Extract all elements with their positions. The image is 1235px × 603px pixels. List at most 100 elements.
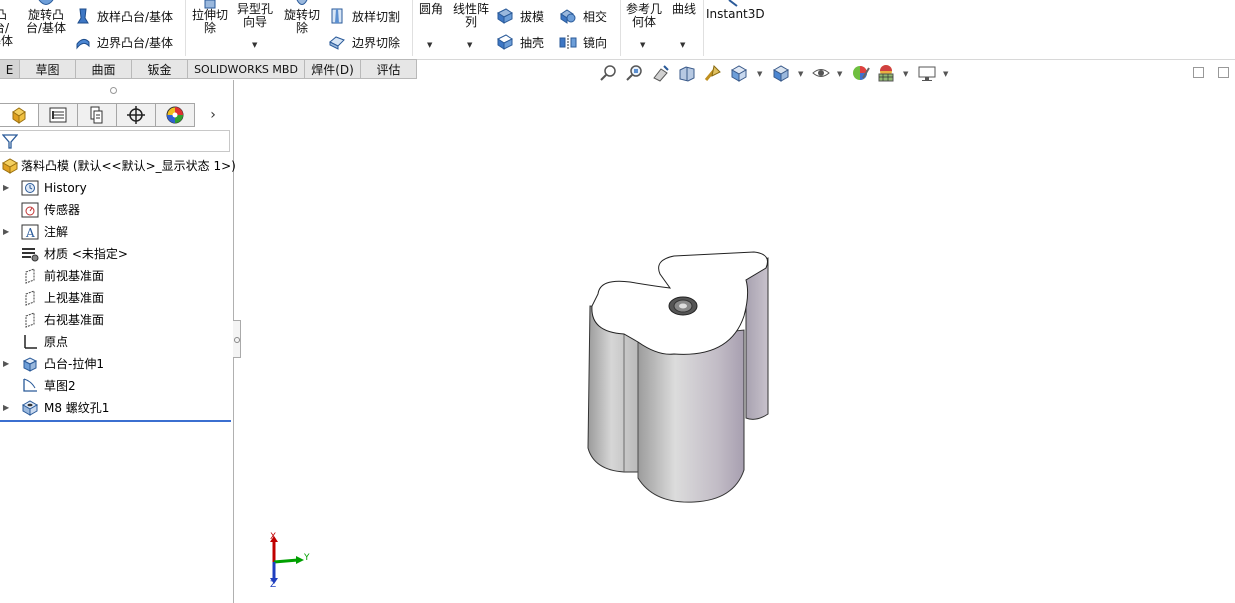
- tab-solidworks-mbd[interactable]: SOLIDWORKS MBD: [188, 59, 305, 79]
- draft-label: 拔模: [520, 9, 545, 24]
- part-icon: [1, 158, 19, 174]
- triad-z-label: Z: [270, 580, 277, 590]
- configuration-manager-icon: [90, 106, 103, 124]
- ribbon-separator: [620, 0, 621, 56]
- tree-item-top-plane[interactable]: 上视基准面: [0, 287, 232, 309]
- hole-icon: [21, 400, 39, 416]
- tab-display-manager[interactable]: [156, 103, 195, 127]
- revolved-cut-label: 旋转切除: [283, 8, 320, 35]
- annotation-icon: A: [21, 224, 39, 240]
- linear-pattern-label: 线性阵列: [452, 2, 489, 29]
- linear-pattern-button[interactable]: 线性阵列: [450, 0, 492, 29]
- hole-wizard-dropdown[interactable]: ▼: [252, 41, 257, 49]
- curves-button[interactable]: 曲线: [668, 0, 700, 16]
- shell-icon: [497, 34, 513, 50]
- tree-filter-bar[interactable]: [0, 130, 230, 152]
- history-icon: [21, 180, 39, 196]
- fillet-dropdown[interactable]: ▼: [427, 41, 432, 49]
- tree-item-history[interactable]: ▶ History: [0, 177, 232, 199]
- command-tabs: E 草图 曲面 钣金 SOLIDWORKS MBD 焊件(D) 评估: [0, 59, 417, 80]
- 3d-model[interactable]: [234, 80, 1235, 603]
- rollback-bar[interactable]: [0, 420, 231, 422]
- boundary-boss-label: 边界凸台/基体: [97, 35, 174, 50]
- extruded-boss-button[interactable]: 凸台/基体: [0, 0, 16, 48]
- curves-dropdown[interactable]: ▼: [680, 41, 685, 49]
- feature-tree: 落料凸模 (默认<<默认>_显示状态 1>) ▶ History 传感器 ▶ A…: [0, 155, 236, 419]
- draft-button[interactable]: 拔模: [496, 5, 544, 27]
- tree-item-sketch2[interactable]: 草图2: [0, 375, 232, 397]
- revolved-boss-button[interactable]: 旋转凸台/基体: [22, 0, 70, 35]
- graphics-area[interactable]: X Y Z: [234, 80, 1235, 603]
- mirror-icon: [559, 35, 577, 49]
- expand-arrow-icon[interactable]: ▶: [3, 353, 9, 375]
- feature-manager-icon: [12, 107, 26, 124]
- intersect-icon: [560, 9, 576, 24]
- instant3d-label: Instant3D: [706, 7, 765, 21]
- intersect-label: 相交: [583, 9, 608, 24]
- ribbon-separator: [703, 0, 704, 56]
- tree-item-annotations[interactable]: ▶ A 注解: [0, 221, 232, 243]
- view-settings-dropdown[interactable]: ▼: [943, 70, 948, 78]
- tab-feature-manager[interactable]: [0, 103, 39, 127]
- tab-label: 曲面: [91, 63, 116, 77]
- manager-tabs: ›: [0, 103, 232, 128]
- tab-weldments[interactable]: 焊件(D): [305, 59, 361, 79]
- maximize-viewport-icon[interactable]: [1218, 67, 1229, 78]
- tree-item-label: 原点: [44, 335, 69, 349]
- view-orientation-dropdown[interactable]: ▼: [757, 70, 762, 78]
- expand-arrow-icon[interactable]: ▶: [3, 221, 9, 243]
- boundary-cut-button[interactable]: 边界切除: [328, 31, 400, 53]
- sketch-icon: [23, 378, 37, 392]
- dimxpert-icon: [127, 106, 145, 124]
- triad-x-label: X: [270, 532, 277, 542]
- hole-wizard-button[interactable]: 异型孔向导: [234, 0, 276, 29]
- tab-label: 焊件(D): [311, 63, 354, 77]
- tree-item-boss-extrude1[interactable]: ▶ 凸台-拉伸1: [0, 353, 232, 375]
- restore-viewport-icon[interactable]: [1193, 67, 1204, 78]
- boundary-cut-label: 边界切除: [352, 35, 401, 50]
- tab-configuration-manager[interactable]: [78, 103, 117, 127]
- tree-root-part[interactable]: 落料凸模 (默认<<默认>_显示状态 1>): [0, 155, 236, 177]
- tree-root-label: 落料凸模 (默认<<默认>_显示状态 1>): [21, 159, 236, 173]
- tree-item-origin[interactable]: 原点: [0, 331, 232, 353]
- tab-sketch[interactable]: 草图: [20, 59, 76, 79]
- pane-grip[interactable]: [110, 87, 117, 94]
- reference-geometry-dropdown[interactable]: ▼: [640, 41, 645, 49]
- more-tabs-chevron-icon[interactable]: ›: [195, 103, 231, 127]
- intersect-button[interactable]: 相交: [559, 5, 607, 27]
- expand-arrow-icon[interactable]: ▶: [3, 397, 9, 419]
- tab-evaluate[interactable]: 评估: [361, 59, 417, 79]
- tree-item-front-plane[interactable]: 前视基准面: [0, 265, 232, 287]
- property-manager-icon: [49, 107, 67, 123]
- tree-item-material[interactable]: 材质 <未指定>: [0, 243, 232, 265]
- display-manager-icon: [166, 106, 184, 124]
- filter-icon[interactable]: [2, 133, 18, 149]
- display-style-dropdown[interactable]: ▼: [798, 70, 803, 78]
- tab-surfaces[interactable]: 曲面: [76, 59, 132, 79]
- tab-property-manager[interactable]: [39, 103, 78, 127]
- tab-features[interactable]: E: [0, 59, 20, 79]
- reference-geometry-button[interactable]: 参考几何体: [624, 0, 664, 29]
- instant3d-button[interactable]: Instant3D: [706, 0, 765, 21]
- tree-item-sensors[interactable]: 传感器: [0, 199, 232, 221]
- linear-pattern-dropdown[interactable]: ▼: [467, 41, 472, 49]
- mirror-button[interactable]: 镜向: [559, 31, 607, 53]
- boundary-boss-button[interactable]: 边界凸台/基体: [75, 31, 173, 53]
- tab-sheet-metal[interactable]: 钣金: [132, 59, 188, 79]
- hide-show-dropdown[interactable]: ▼: [837, 70, 842, 78]
- tree-item-right-plane[interactable]: 右视基准面: [0, 309, 232, 331]
- lofted-cut-button[interactable]: 放样切割: [328, 5, 400, 27]
- extruded-cut-button[interactable]: 拉伸切除: [190, 0, 230, 35]
- fillet-label: 圆角: [418, 2, 443, 16]
- apply-scene-dropdown[interactable]: ▼: [903, 70, 908, 78]
- lofted-boss-button[interactable]: 放样凸台/基体: [75, 5, 173, 27]
- tab-dimxpert-manager[interactable]: [117, 103, 156, 127]
- revolved-cut-button[interactable]: 旋转切除: [281, 0, 323, 35]
- tree-item-label: M8 螺纹孔1: [44, 401, 110, 415]
- tab-label: 草图: [35, 63, 60, 77]
- shell-button[interactable]: 抽壳: [496, 31, 544, 53]
- fillet-button[interactable]: 圆角: [414, 0, 448, 16]
- lofted-cut-icon: [331, 8, 343, 24]
- tree-item-m8-tapped-hole1[interactable]: ▶ M8 螺纹孔1: [0, 397, 232, 419]
- expand-arrow-icon[interactable]: ▶: [3, 177, 9, 199]
